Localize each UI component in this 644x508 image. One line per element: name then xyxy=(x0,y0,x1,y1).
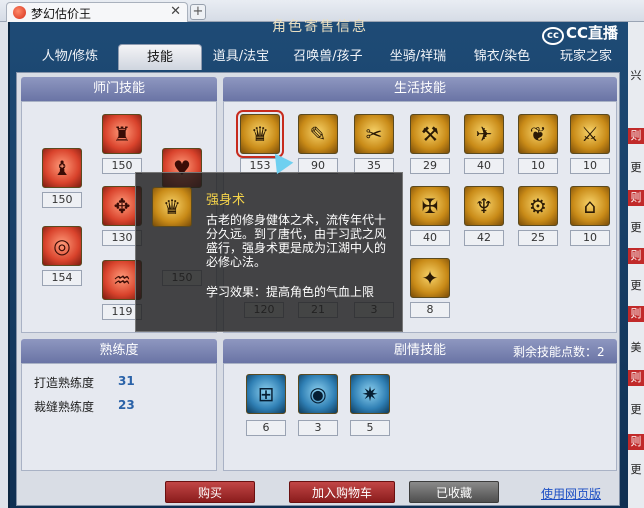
buy-button[interactable]: 购买 xyxy=(165,481,255,503)
new-tab-button[interactable]: + xyxy=(190,4,206,20)
cross-icon[interactable]: ✠ xyxy=(410,186,450,226)
proficiency-body: 打造熟练度 31 裁缝熟练度 23 xyxy=(21,363,217,471)
tab-player-home[interactable]: 玩家之家 xyxy=(544,44,628,70)
eagle-icon[interactable]: ✦ xyxy=(410,258,450,298)
proficiency-header: 熟练度 xyxy=(21,339,217,363)
strip-item[interactable]: 则 xyxy=(628,248,644,264)
crystal-icon[interactable]: ✷ xyxy=(350,374,390,414)
skill-level: 8 xyxy=(410,302,450,318)
coin-icon[interactable]: ◎ xyxy=(42,226,82,266)
strip-item: 兴 xyxy=(630,69,642,82)
game-tab-bar: 人物/修炼 技能 道具/法宝 召唤兽/孩子 坐骑/祥瑞 锦衣/染色 玩家之家 xyxy=(10,42,630,72)
strip-item[interactable]: 则 xyxy=(628,370,644,386)
life-skills-header: 生活技能 xyxy=(223,77,617,101)
strip-item: 更 xyxy=(630,221,642,234)
ring-icon[interactable]: ◉ xyxy=(298,374,338,414)
tab-mounts[interactable]: 坐骑/祥瑞 xyxy=(376,44,460,70)
skill-level: 154 xyxy=(42,270,82,286)
strip-item: 更 xyxy=(630,161,642,174)
skill-level: 6 xyxy=(246,420,286,436)
strip-item[interactable]: 则 xyxy=(628,434,644,450)
story-skills-title: 剧情技能 xyxy=(393,343,446,358)
remaining-points-value: 2 xyxy=(597,345,605,359)
skill-tooltip: ♛ 强身术 古老的修身健体之术，流传年代十分久远。到了唐代，由于习武之风盛行，强… xyxy=(135,172,403,332)
skill-level: 10 xyxy=(518,158,558,174)
tab-pets[interactable]: 召唤兽/孩子 xyxy=(280,44,376,70)
skill-level: 10 xyxy=(570,230,610,246)
add-to-cart-button[interactable]: 加入购物车 xyxy=(289,481,395,503)
bird-icon[interactable]: ✈ xyxy=(464,114,504,154)
strip-item[interactable]: 则 xyxy=(628,306,644,322)
strip-item: 更 xyxy=(630,279,642,292)
right-side-strip: 兴 则 更 则 更 则 更 则 美 则 更 则 更 xyxy=(628,22,644,508)
gate-icon[interactable]: ♝ xyxy=(42,148,82,188)
tailoring-proficiency-value: 23 xyxy=(118,398,135,412)
window-title-bar: 角色寄售信息 xyxy=(10,19,630,40)
strip-item: 更 xyxy=(630,463,642,476)
cannon-icon[interactable]: ⚙ xyxy=(518,186,558,226)
rune-icon[interactable]: ⊞ xyxy=(246,374,286,414)
skill-level: 40 xyxy=(464,158,504,174)
skill-level: 29 xyxy=(410,158,450,174)
window-title: 角色寄售信息 xyxy=(272,19,368,35)
forging-proficiency-value: 31 xyxy=(118,374,135,388)
tab-items[interactable]: 道具/法宝 xyxy=(202,44,280,70)
browser-tab[interactable]: 梦幻估价王 ✕ xyxy=(6,2,188,22)
needle-icon[interactable]: ✂ xyxy=(354,114,394,154)
skill-level: 10 xyxy=(570,158,610,174)
strip-item: 美 xyxy=(630,341,642,354)
pagoda-icon[interactable]: ♜ xyxy=(102,114,142,154)
skill-level: 150 xyxy=(42,192,82,208)
skill-level: 5 xyxy=(350,420,390,436)
favorited-button[interactable]: 已收藏 xyxy=(409,481,499,503)
skill-level: 40 xyxy=(410,230,450,246)
tooltip-title: 强身术 xyxy=(206,193,246,208)
app-favicon-icon xyxy=(13,6,26,19)
sword-icon[interactable]: ⚔ xyxy=(570,114,610,154)
skill-level: 42 xyxy=(464,230,504,246)
tooltip-effect: 学习效果：提高角色的气血上限 xyxy=(206,285,375,299)
house-icon[interactable]: ⌂ xyxy=(570,186,610,226)
strength-icon[interactable]: ♛ xyxy=(236,110,284,158)
strip-item[interactable]: 则 xyxy=(628,128,644,144)
tooltip-description: 古老的修身健体之术，流传年代十分久远。到了唐代，由于习武之风盛行，强身术更是成为… xyxy=(206,213,387,269)
hammer-icon[interactable]: ⚒ xyxy=(410,114,450,154)
skill-level: 25 xyxy=(518,230,558,246)
scroll-icon[interactable]: ✎ xyxy=(298,114,338,154)
story-skills-body: ⊞ 6 ◉ 3 ✷ 5 xyxy=(223,363,617,471)
strip-item: 更 xyxy=(630,403,642,416)
strength-icon: ♛ xyxy=(152,187,192,227)
remaining-points-label: 剩余技能点数： xyxy=(513,345,598,359)
remaining-points: 剩余技能点数：2 xyxy=(513,343,605,360)
close-tab-icon[interactable]: ✕ xyxy=(170,4,181,19)
fan-icon[interactable]: ♆ xyxy=(464,186,504,226)
browser-tab-title: 梦幻估价王 xyxy=(31,7,92,21)
tab-costumes[interactable]: 锦衣/染色 xyxy=(460,44,544,70)
web-version-link[interactable]: 使用网页版 xyxy=(541,485,601,502)
forging-proficiency-label: 打造熟练度 xyxy=(34,376,95,390)
school-skills-header: 师门技能 xyxy=(21,77,217,101)
tailoring-proficiency-label: 裁缝熟练度 xyxy=(34,400,95,414)
tab-character[interactable]: 人物/修炼 xyxy=(24,44,116,70)
leaf-icon[interactable]: ❦ xyxy=(518,114,558,154)
tab-skills[interactable]: 技能 xyxy=(118,44,202,70)
skill-level: 3 xyxy=(298,420,338,436)
strip-item[interactable]: 则 xyxy=(628,190,644,206)
